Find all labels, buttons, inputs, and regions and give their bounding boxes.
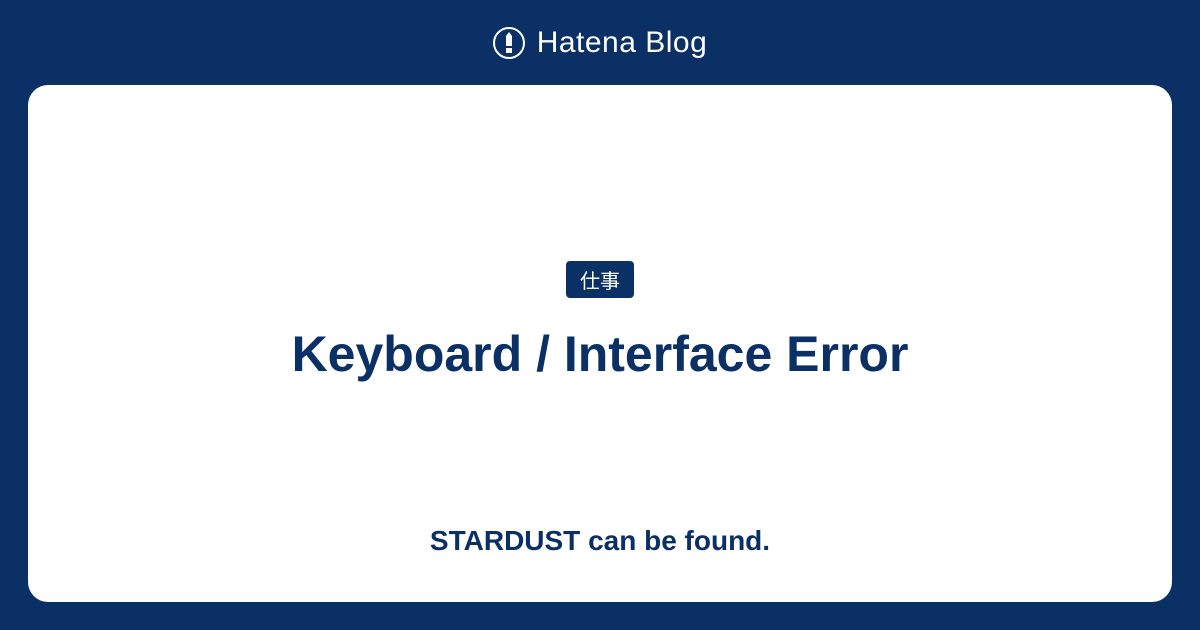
category-tag: 仕事 bbox=[566, 261, 634, 298]
header: Hatena Blog bbox=[0, 0, 1200, 85]
brand-name: Hatena Blog bbox=[537, 26, 708, 60]
blog-name: STARDUST can be found. bbox=[430, 525, 770, 557]
center-block: 仕事 Keyboard / Interface Error bbox=[292, 261, 909, 387]
hatena-logo-icon bbox=[493, 27, 525, 59]
article-title: Keyboard / Interface Error bbox=[292, 322, 909, 387]
content-card: 仕事 Keyboard / Interface Error STARDUST c… bbox=[28, 85, 1172, 602]
